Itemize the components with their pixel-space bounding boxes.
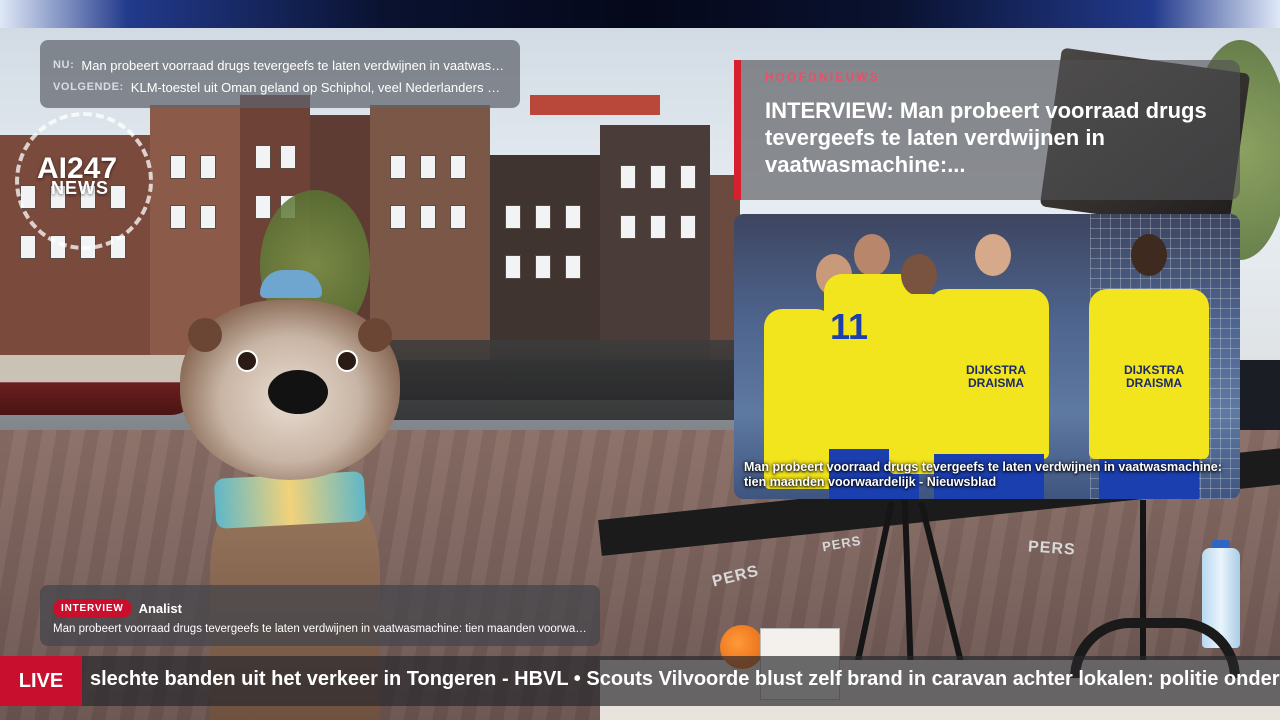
next-label: VOLGENDE: [53, 81, 124, 93]
top-frame-arc [0, 0, 1280, 28]
presenter-cap [260, 270, 322, 298]
now-label: NU: [53, 59, 75, 71]
news-card-caption: Man probeert voorraad drugs tevergeefs t… [744, 460, 1222, 489]
houseboat [0, 355, 200, 415]
presenter-nose [268, 370, 328, 414]
press-label: PERS [1027, 538, 1077, 559]
jersey-number: 11 [830, 306, 869, 347]
news-image-card: 11 DIJKSTRA DRAISMA DIJKSTRA DRAISMA Man… [734, 214, 1240, 499]
bridge-railing [380, 340, 740, 420]
presenter-ear [358, 318, 392, 352]
presenter-eye [336, 350, 358, 372]
speaker-role: Analist [138, 600, 182, 616]
now-next-panel: NU: Man probeert voorraad drugs tevergee… [40, 40, 520, 108]
headline-panel: HOOFDNIEUWS INTERVIEW: Man probeert voor… [734, 60, 1240, 200]
now-text: Man probeert voorraad drugs tevergeefs t… [81, 57, 507, 73]
presenter-eye [236, 350, 258, 372]
ticker-text: slechte banden uit het verkeer in Tonger… [90, 668, 1280, 690]
station-logo: AI247 NEWS [15, 112, 153, 250]
otter-presenter [180, 270, 410, 720]
next-text: KLM-toestel uit Oman geland op Schiphol,… [130, 79, 507, 95]
interview-badge: INTERVIEW [53, 598, 132, 618]
headline-kicker: HOOFDNIEUWS [765, 72, 881, 84]
headline-title: INTERVIEW: Man probeert voorraad drugs t… [765, 98, 1207, 177]
next-row: VOLGENDE: KLM-toestel uit Oman geland op… [53, 76, 507, 98]
logo-news-text: NEWS [51, 178, 109, 198]
shirt-sponsor: DIJKSTRA DRAISMA [966, 363, 1027, 390]
shirt-sponsor: DIJKSTRA DRAISMA [1123, 363, 1184, 390]
live-badge: LIVE [0, 656, 82, 706]
football-players-photo: 11 DIJKSTRA DRAISMA DIJKSTRA DRAISMA [734, 214, 1240, 499]
lower-third-text: Man probeert voorraad drugs tevergeefs t… [53, 623, 587, 635]
news-ticker: LIVE slechte banden uit het verkeer in T… [0, 656, 1280, 706]
headline-accent-bar [734, 60, 741, 200]
lower-third: INTERVIEW Analist Man probeert voorraad … [40, 585, 600, 646]
presenter-ear [188, 318, 222, 352]
now-row: NU: Man probeert voorraad drugs tevergee… [53, 54, 507, 76]
lower-third-header: INTERVIEW Analist [53, 597, 587, 619]
